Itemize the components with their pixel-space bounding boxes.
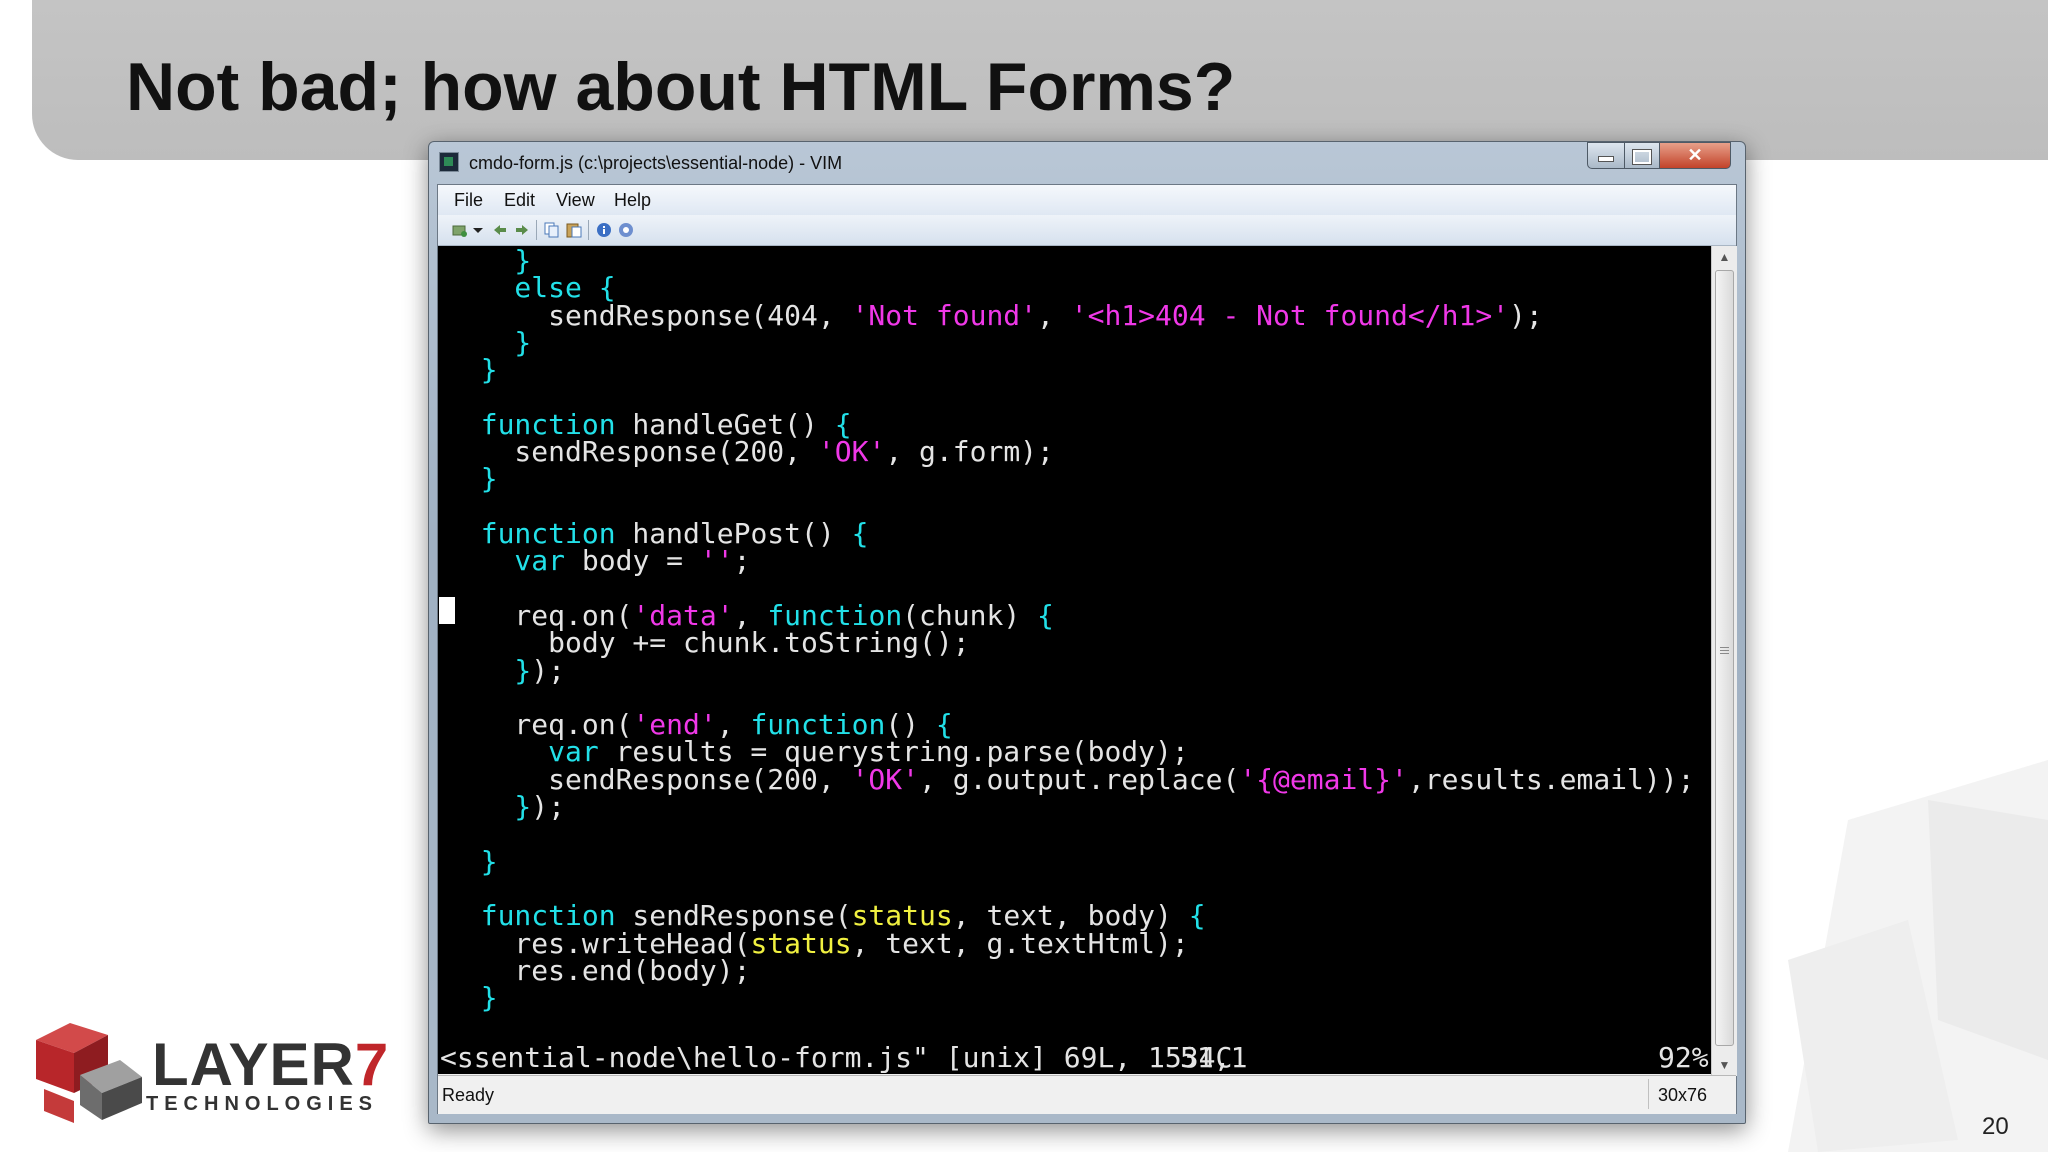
menu-file[interactable]: File xyxy=(454,190,483,211)
code-line: res.end(body); xyxy=(447,956,750,984)
code-token: } xyxy=(447,981,498,1015)
code-token: '<h1>404 - Not found</h1>' xyxy=(1070,298,1510,332)
code-token: body = xyxy=(565,544,700,578)
code-line: } xyxy=(447,353,498,387)
code-line: var body = ''; xyxy=(447,544,751,578)
maximize-button[interactable] xyxy=(1624,142,1660,169)
toolbar xyxy=(438,215,1736,246)
minimize-button[interactable] xyxy=(1587,142,1625,169)
minimize-icon xyxy=(1598,156,1614,162)
background-decoration xyxy=(1788,760,2048,1152)
code-token: sendResponse(200, xyxy=(447,435,818,469)
code-token: '' xyxy=(699,544,734,578)
code-line: sendResponse(200, 'OK', g.form); xyxy=(447,435,1054,469)
menu-edit[interactable]: Edit xyxy=(504,190,535,211)
back-icon[interactable] xyxy=(492,222,508,238)
window-statusbar: Ready 30x76 xyxy=(438,1075,1736,1114)
window-titlebar[interactable]: cmdo-form.js (c:\projects\essential-node… xyxy=(429,142,1745,184)
vertical-scrollbar[interactable]: ▲ ▼ xyxy=(1711,246,1737,1076)
logo-layer-text: LAYER xyxy=(152,1031,355,1098)
code-token: , text, g.textHtml); xyxy=(851,926,1189,960)
code-line: body += chunk.toString(); xyxy=(447,629,969,657)
code-line: sendResponse(404, 'Not found', '<h1>404 … xyxy=(447,298,1543,332)
code-token: ); xyxy=(531,790,566,823)
code-token: status xyxy=(750,926,852,960)
vim-app-icon[interactable] xyxy=(439,152,459,172)
logo-wordmark: LAYER7 xyxy=(152,1030,389,1099)
code-token: ); xyxy=(1509,298,1543,332)
code-token: { xyxy=(1188,899,1206,933)
slide-page-number: 20 xyxy=(1982,1113,2009,1140)
open-icon[interactable] xyxy=(452,222,468,238)
status-ready: Ready xyxy=(442,1085,495,1105)
code-token: } xyxy=(447,353,498,387)
logo-number: 7 xyxy=(354,1031,390,1098)
code-line: function handlePost() { xyxy=(447,517,869,550)
code-token: { xyxy=(851,517,869,550)
copy-icon[interactable] xyxy=(544,222,560,238)
code-token: '{@email}' xyxy=(1239,762,1408,796)
code-token: } xyxy=(447,844,498,878)
code-line: else { xyxy=(447,274,615,302)
code-line: sendResponse(200, 'OK', g.output.replace… xyxy=(447,762,1695,796)
maximize-icon xyxy=(1632,149,1652,165)
code-editor[interactable]: } else { sendResponse(404, 'Not found', … xyxy=(438,246,1711,1074)
code-line: function sendResponse(status, text, body… xyxy=(447,899,1206,933)
code-line: } xyxy=(447,247,531,275)
code-line: req.on('data', function(chunk) { xyxy=(447,598,1054,632)
code-token: } xyxy=(447,653,532,687)
code-line: function handleGet() { xyxy=(447,410,852,438)
close-icon: ✕ xyxy=(1687,145,1703,165)
scrollbar-thumb[interactable] xyxy=(1715,270,1734,1046)
code-line: } xyxy=(447,844,498,878)
code-token: } xyxy=(447,462,498,496)
code-line: } xyxy=(447,328,531,356)
slide-title: Not bad; how about HTML Forms? xyxy=(126,49,1236,125)
vim-file-info: <ssential-node\hello-form.js" [unix] 69L… xyxy=(440,1041,1233,1074)
status-dimensions: 30x76 xyxy=(1658,1085,1708,1105)
code-token: ,results.email)); xyxy=(1407,762,1695,796)
code-token: , xyxy=(1037,298,1071,332)
code-line: }); xyxy=(447,653,566,687)
info-icon[interactable] xyxy=(596,222,612,238)
vim-cursor-position: 51,1 xyxy=(1180,1041,1248,1074)
grip-icon xyxy=(1720,647,1729,655)
menubar: File Edit View Help xyxy=(438,185,1736,215)
statusbar-divider xyxy=(1648,1079,1649,1109)
toolbar-separator xyxy=(588,220,589,240)
forward-icon[interactable] xyxy=(514,222,530,238)
paste-icon[interactable] xyxy=(566,222,582,238)
dropdown-arrow-icon[interactable] xyxy=(472,222,484,238)
code-line: var results = querystring.parse(body); xyxy=(447,738,1189,766)
text-cursor xyxy=(439,597,455,624)
window-client-area: File Edit View Help } else { sendRespons… xyxy=(437,184,1737,1114)
code-token: 'OK' xyxy=(851,762,920,796)
scroll-down-arrow-icon[interactable]: ▼ xyxy=(1712,1054,1737,1076)
window-title: cmdo-form.js (c:\projects\essential-node… xyxy=(469,153,843,173)
vim-scroll-percent: 92% xyxy=(1658,1041,1709,1074)
vim-window: cmdo-form.js (c:\projects\essential-node… xyxy=(428,141,1746,1124)
code-line: } xyxy=(447,981,498,1015)
toolbar-separator xyxy=(536,220,537,240)
code-token: var xyxy=(447,544,566,578)
code-token: ); xyxy=(531,653,566,687)
code-token: , g.output.replace( xyxy=(919,762,1240,796)
code-token: , g.form); xyxy=(885,435,1054,469)
code-line: }); xyxy=(447,790,566,823)
menu-help[interactable]: Help xyxy=(614,190,651,211)
code-token: 'Not found' xyxy=(851,298,1038,332)
vim-status-line: <ssential-node\hello-form.js" [unix] 69L… xyxy=(438,1044,1711,1072)
code-line: res.writeHead(status, text, g.textHtml); xyxy=(447,926,1189,960)
code-line: } xyxy=(447,462,498,496)
help-icon[interactable] xyxy=(618,222,634,238)
code-line: req.on('end', function() { xyxy=(447,711,952,739)
code-token: } xyxy=(447,790,532,823)
menu-view[interactable]: View xyxy=(556,190,595,211)
code-token: ; xyxy=(733,544,751,578)
code-token: { xyxy=(1037,598,1054,632)
scroll-up-arrow-icon[interactable]: ▲ xyxy=(1712,246,1737,268)
close-button[interactable]: ✕ xyxy=(1659,142,1731,169)
code-token: 'OK' xyxy=(817,435,886,469)
logo-subtitle: TECHNOLOGIES xyxy=(146,1093,379,1115)
